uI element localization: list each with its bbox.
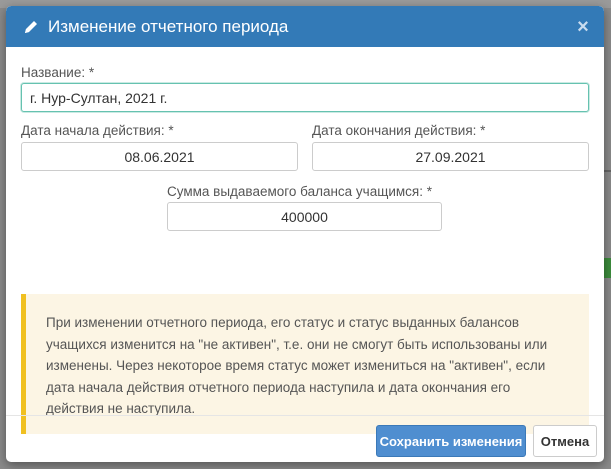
dialog-header: Изменение отчетного периода × (6, 6, 604, 47)
close-icon[interactable]: × (574, 17, 592, 37)
start-date-field[interactable] (21, 142, 298, 171)
dialog-footer: Сохранить изменения Отмена (6, 415, 604, 462)
end-date-field[interactable] (312, 142, 589, 171)
alert-text: При изменении отчетного периода, его ста… (46, 315, 548, 416)
balance-field[interactable] (167, 202, 442, 231)
start-date-label: Дата начала действия: * (21, 123, 174, 138)
end-date-label: Дата окончания действия: * (312, 123, 486, 138)
name-field[interactable] (21, 83, 589, 112)
balance-label: Сумма выдаваемого баланса учащимся: * (167, 184, 432, 199)
pencil-icon (22, 18, 40, 36)
status-warning-alert: При изменении отчетного периода, его ста… (21, 294, 589, 434)
save-button[interactable]: Сохранить изменения (376, 425, 526, 457)
dialog-title: Изменение отчетного периода (48, 16, 289, 36)
name-label: Название: * (21, 65, 95, 80)
cancel-button[interactable]: Отмена (533, 425, 597, 457)
edit-period-dialog: Изменение отчетного периода × Название: … (6, 6, 604, 462)
dialog-body: Название: * Дата начала действия: * Дата… (6, 47, 604, 434)
